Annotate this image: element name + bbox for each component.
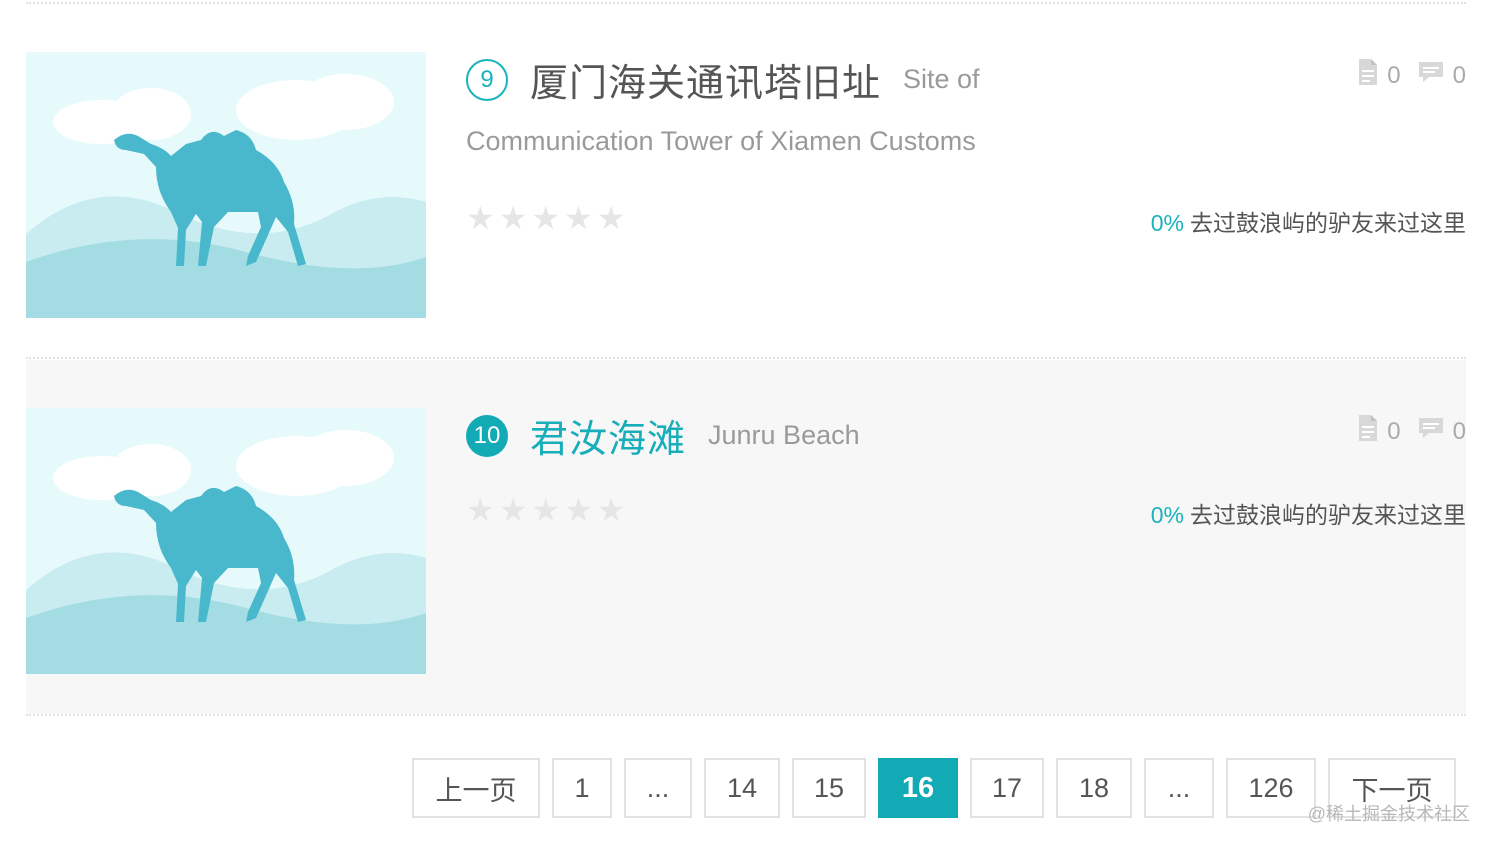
document-count: 0	[1387, 61, 1401, 89]
star-icon: ★	[531, 492, 561, 528]
page-button[interactable]: 126	[1226, 758, 1316, 818]
page-button[interactable]: 1	[552, 758, 612, 818]
watermark: @稀土掘金技术社区	[1307, 804, 1470, 824]
attraction-thumbnail[interactable]	[26, 52, 426, 318]
comment-icon	[1417, 416, 1445, 447]
comment-count: 0	[1452, 417, 1466, 445]
star-icon: ★	[498, 200, 528, 236]
pagination: 上一页 1 ... 14 15 16 17 18 ... 126 下一页	[412, 758, 1456, 818]
attraction-name-en[interactable]: Junru Beach	[708, 420, 860, 451]
list-item[interactable]: 10 君汝海滩 Junru Beach 0 0 ★ ★ ★ ★ ★ 0% 去过鼓浪…	[26, 360, 1466, 714]
page-button[interactable]: 17	[970, 758, 1044, 818]
star-icon: ★	[531, 200, 561, 236]
attraction-name-cn[interactable]: 君汝海滩	[530, 408, 686, 463]
page-ellipsis: ...	[1144, 758, 1214, 818]
visited-summary: 0% 去过鼓浪屿的驴友来过这里	[1151, 204, 1466, 238]
comment-count: 0	[1452, 61, 1466, 89]
star-icon: ★	[596, 492, 626, 528]
star-icon: ★	[564, 492, 593, 528]
divider	[26, 714, 1466, 716]
star-icon: ★	[466, 492, 495, 528]
document-icon	[1357, 414, 1379, 449]
star-icon: ★	[498, 492, 528, 528]
list-item[interactable]: 9 厦门海关通讯塔旧址 Site of Communication Tower …	[26, 4, 1466, 356]
star-icon: ★	[596, 200, 626, 236]
attraction-name-cn[interactable]: 厦门海关通讯塔旧址	[530, 52, 881, 107]
prev-page-button[interactable]: 上一页	[412, 758, 540, 818]
document-icon	[1357, 58, 1379, 93]
attraction-thumbnail[interactable]	[26, 408, 426, 674]
visited-text: 去过鼓浪屿的驴友来过这里	[1190, 502, 1466, 528]
visited-percent: 0%	[1150, 502, 1184, 528]
page-button[interactable]: 18	[1056, 758, 1132, 818]
item-stats: 0 0	[1357, 58, 1466, 93]
rating-stars: ★ ★ ★ ★ ★	[466, 494, 625, 526]
page-ellipsis: ...	[624, 758, 692, 818]
attraction-name-en[interactable]: Site of	[903, 64, 980, 95]
divider	[26, 357, 1466, 359]
page-button[interactable]: 14	[704, 758, 780, 818]
rating-stars: ★ ★ ★ ★ ★	[466, 202, 625, 234]
comment-icon	[1417, 60, 1445, 91]
item-title-row: 10 君汝海滩 Junru Beach	[466, 408, 860, 463]
visited-text: 去过鼓浪屿的驴友来过这里	[1190, 210, 1466, 236]
star-icon: ★	[564, 200, 593, 236]
visited-summary: 0% 去过鼓浪屿的驴友来过这里	[1151, 496, 1466, 530]
item-stats: 0 0	[1357, 414, 1466, 449]
visited-percent: 0%	[1150, 210, 1184, 236]
page-button[interactable]: 15	[792, 758, 866, 818]
rank-badge: 10	[466, 414, 508, 457]
attraction-name-en-continued[interactable]: Communication Tower of Xiamen Customs	[466, 126, 976, 157]
star-icon: ★	[466, 200, 495, 236]
current-page-button[interactable]: 16	[878, 758, 958, 818]
document-count: 0	[1387, 417, 1401, 445]
rank-badge: 9	[466, 58, 508, 101]
item-title-row: 9 厦门海关通讯塔旧址 Site of	[466, 52, 980, 107]
